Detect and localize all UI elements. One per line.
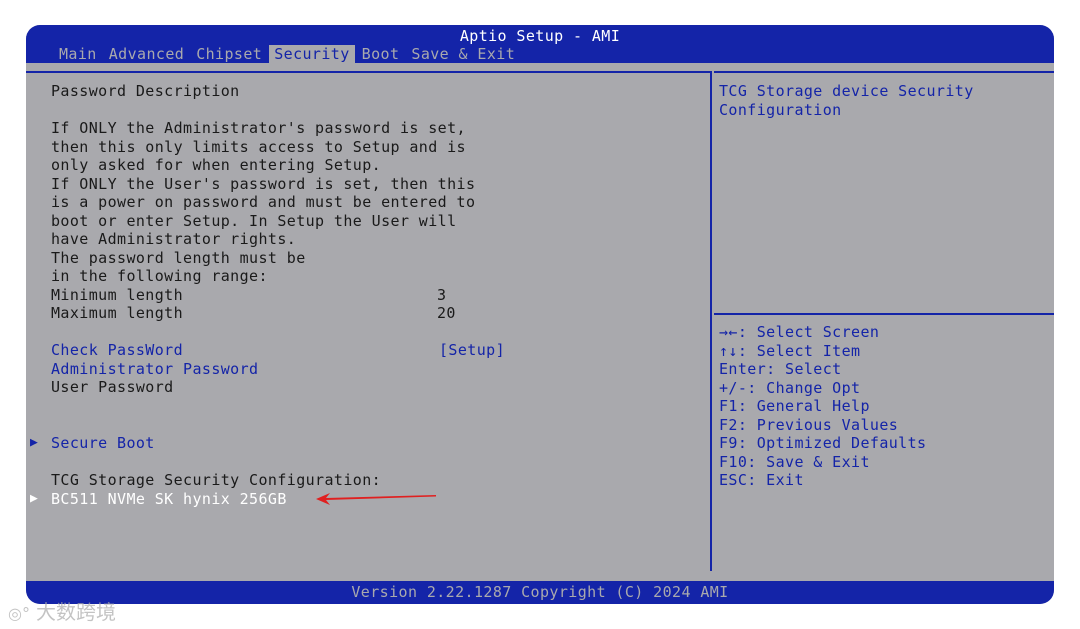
password-description-heading: Password Description [51, 82, 240, 100]
watermark-logo-icon: ◎° [8, 604, 30, 623]
tcg-storage-heading: TCG Storage Security Configuration: [51, 471, 382, 489]
tab-chipset[interactable]: Chipset [191, 45, 267, 64]
help-text-line: Configuration [719, 100, 842, 119]
key-hint: F10: Save & Exit [719, 452, 870, 471]
help-divider [714, 313, 1054, 315]
tab-advanced[interactable]: Advanced [104, 45, 189, 64]
app-title: Aptio Setup - AMI [459, 27, 621, 45]
tab-bar: Main Advanced Chipset Security Boot Save & Ex… [54, 44, 522, 64]
description-line: The password length must be [51, 248, 306, 267]
key-hint: +/-: Change Opt [719, 378, 861, 397]
description-line: in the following range: [51, 267, 268, 285]
check-password-option[interactable]: Check PassWord [51, 341, 183, 359]
description-line: is a power on password and must be enter… [51, 193, 476, 211]
tab-boot[interactable]: Boot [357, 45, 405, 64]
min-length-label: Minimum length [51, 285, 184, 304]
key-hint: F1: General Help [719, 397, 870, 415]
max-length-label: Maximum length [51, 304, 184, 322]
tab-main[interactable]: Main [54, 45, 102, 64]
key-hint: Enter: Select [719, 360, 842, 378]
max-length-value: 20 [437, 304, 456, 322]
bios-window: Aptio Setup - AMI Main Advanced Chipset Sec… [26, 25, 1054, 604]
key-hint: F9: Optimized Defaults [719, 434, 927, 452]
tab-save-exit[interactable]: Save & Exit [406, 45, 520, 64]
tcg-device-submenu[interactable]: BC511 NVMe SK hynix 256GB [51, 490, 287, 508]
header-bar: Aptio Setup - AMI Main Advanced Chipset Sec… [26, 25, 1054, 64]
description-line: only asked for when entering Setup. [51, 156, 382, 174]
administrator-password-option[interactable]: Administrator Password [51, 360, 258, 378]
check-password-value[interactable]: [Setup] [439, 341, 505, 359]
user-password-label: User Password [51, 378, 174, 396]
help-panel: TCG Storage device Security Configuratio… [714, 71, 1054, 571]
help-text-line: TCG Storage device Security [719, 82, 974, 100]
tab-security[interactable]: Security [269, 45, 355, 64]
triangle-right-icon: ▶ [30, 490, 38, 506]
key-hint: →←: Select Screen [719, 323, 880, 341]
description-line: If ONLY the Administrator's password is … [51, 119, 466, 137]
key-hint: ESC: Exit [719, 471, 804, 489]
min-length-value: 3 [437, 285, 447, 304]
description-line: then this only limits access to Setup an… [51, 137, 466, 156]
watermark-text: 大数跨境 [35, 600, 116, 624]
description-line: If ONLY the User's password is set, then… [51, 174, 476, 193]
version-footer: Version 2.22.1287 Copyright (C) 2024 AMI [26, 581, 1054, 604]
watermark: ◎° 大数跨境 [8, 596, 116, 625]
red-arrow-icon [316, 493, 436, 505]
description-line: have Administrator rights. [51, 230, 297, 248]
key-hint: ↑↓: Select Item [719, 341, 861, 360]
key-hint: F2: Previous Values [719, 415, 899, 434]
description-line: boot or enter Setup. In Setup the User w… [51, 211, 457, 230]
triangle-right-icon: ▶ [30, 435, 38, 450]
secure-boot-submenu[interactable]: Secure Boot [51, 434, 155, 452]
